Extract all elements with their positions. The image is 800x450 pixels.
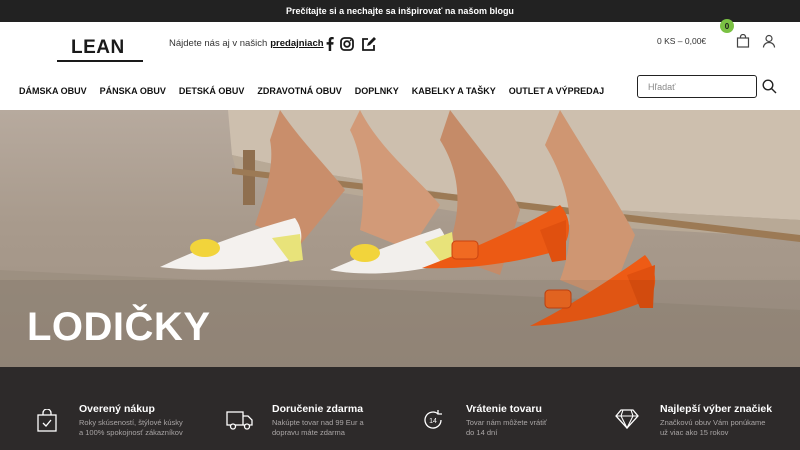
feature-description-line-2: dopravu máte zdarma — [272, 428, 345, 437]
nav-item-health-shoes[interactable]: ZDRAVOTNÁ OBUV — [257, 86, 341, 96]
nav-item-bags[interactable]: KABELKY A TAŠKY — [412, 86, 496, 96]
feature-description-line-2: už viac ako 15 rokov — [660, 428, 729, 437]
feature-title: Vrátenie tovaru — [466, 403, 542, 415]
feature-description-line-1: Roky skúseností, štýlové kúsky — [79, 418, 183, 427]
search-icon[interactable] — [762, 79, 778, 95]
feature-description: Značkovú obuv Vám ponúkame už viac ako 15… — [660, 418, 790, 438]
diamond-icon — [615, 409, 639, 433]
find-stores-text: Nájdete nás aj v našich predajniach — [169, 38, 324, 49]
search-input[interactable] — [637, 75, 757, 98]
feature-title: Doručenie zdarma — [272, 403, 364, 415]
nav-item-accessories[interactable]: DOPLNKY — [355, 86, 399, 96]
blog-edit-icon[interactable] — [360, 36, 376, 52]
shopping-bag-icon[interactable] — [736, 33, 750, 53]
logo-underline — [57, 60, 143, 62]
promo-topbar-text[interactable]: Prečítajte si a nechajte sa inšpirovať n… — [286, 6, 514, 16]
promo-topbar[interactable]: Prečítajte si a nechajte sa inšpirovať n… — [0, 0, 800, 22]
feature-description-line-2: do 14 dní — [466, 428, 498, 437]
cart-count-badge: 0 — [720, 19, 734, 33]
cart-total[interactable]: 0 KS – 0,00€ — [657, 36, 706, 46]
feature-description-line-1: Tovar nám môžete vrátiť — [466, 418, 547, 427]
stores-link[interactable]: predajniach — [270, 38, 323, 49]
user-account-icon[interactable] — [762, 34, 776, 53]
hero-title[interactable]: LODIČKY — [27, 305, 211, 350]
logo-text: LEAN — [71, 37, 125, 58]
nav-item-mens-shoes[interactable]: PÁNSKA OBUV — [100, 86, 166, 96]
feature-description-line-1: Značkovú obuv Vám ponúkame — [660, 418, 766, 427]
features-bar: Overený nákup Roky skúseností, štýlové k… — [0, 367, 800, 450]
hero-banner[interactable]: LODIČKY — [0, 110, 800, 367]
logo[interactable]: LEAN — [57, 37, 143, 63]
return-14-days-icon: 14 — [422, 409, 446, 433]
main-navigation: DÁMSKA OBUV PÁNSKA OBUV DETSKÁ OBUV ZDRA… — [19, 86, 617, 96]
facebook-icon[interactable] — [325, 36, 335, 52]
find-stores-label: Nájdete nás aj v našich — [169, 38, 268, 49]
feature-title: Overený nákup — [79, 403, 155, 415]
svg-text:14: 14 — [429, 418, 437, 425]
feature-description-line-1: Nakúpte tovar nad 99 Eur a — [272, 418, 364, 427]
feature-title: Najlepší výber značiek — [660, 403, 773, 415]
nav-item-kids-shoes[interactable]: DETSKÁ OBUV — [179, 86, 245, 96]
instagram-icon[interactable] — [339, 36, 355, 52]
feature-description-line-2: a 100% spokojnosť zákazníkov — [79, 428, 183, 437]
feature-description: Nakúpte tovar nad 99 Eur a dopravu máte z… — [272, 418, 402, 438]
feature-description: Roky skúseností, štýlové kúsky a 100% spo… — [79, 418, 209, 438]
nav-item-womens-shoes[interactable]: DÁMSKA OBUV — [19, 86, 87, 96]
shopping-bag-check-icon — [36, 408, 60, 433]
site-header: LEAN Nájdete nás aj v našich predajniach… — [0, 19, 800, 110]
feature-description: Tovar nám môžete vrátiť do 14 dní — [466, 418, 596, 438]
delivery-truck-icon — [226, 409, 254, 433]
nav-item-outlet[interactable]: OUTLET A VÝPREDAJ — [509, 86, 604, 96]
